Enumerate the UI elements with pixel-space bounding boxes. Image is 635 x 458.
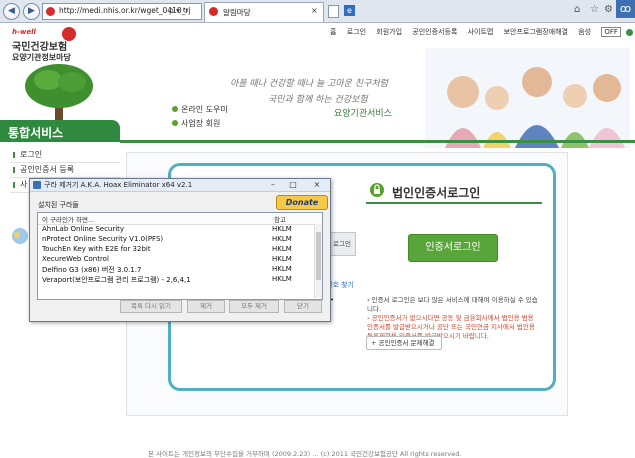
item-key: HKLM <box>272 235 292 243</box>
ie-icon[interactable]: e <box>344 5 355 16</box>
cert-login-notes: › 인증서 로그인은 보다 많은 서비스에 대해여 이용하실 수 있습니다. ›… <box>367 296 539 341</box>
zoom-in-icon[interactable] <box>626 28 634 36</box>
online-help-link[interactable]: 온라인 도우미 <box>181 104 228 115</box>
nav-security-help[interactable]: 보안프로그램장애해결 <box>504 28 568 36</box>
id-login-button[interactable]: 로그인 <box>328 232 356 256</box>
list-item[interactable]: TouchEn Key with E2E for 32bit HKLM <box>38 245 312 255</box>
note-line-1: › 인증서 로그인은 보다 많은 서비스에 대해여 이용하실 수 있습니다. <box>367 296 538 313</box>
list-scrollbar[interactable] <box>314 224 322 298</box>
nav-sitemap[interactable]: 사이트맵 <box>468 28 494 36</box>
slogan-line-3: 요양기관서비스 <box>334 109 392 119</box>
close-icon[interactable]: × <box>310 179 324 190</box>
remove-button[interactable]: 제거 <box>187 300 225 313</box>
sidebar-item-cert-register[interactable]: 공인인증서 등록 <box>10 163 120 178</box>
item-key: HKLM <box>272 225 292 233</box>
lock-icon <box>370 183 384 197</box>
nav-login[interactable]: 로그인 <box>347 28 366 36</box>
item-name: AhnLab Online Security <box>42 225 125 233</box>
list-item[interactable]: AhnLab Online Security HKLM <box>38 225 312 235</box>
footer-text: 본 사이트는 개인정보의 무단수집을 거부하며 (2009.2.23) … (c… <box>148 450 462 458</box>
window-title: 구라 제거기 A.K.A. Hoax Eliminator x64 v2.1 <box>44 181 193 189</box>
installed-label: 설치된 구라들 <box>38 201 79 209</box>
logo-tagline: h-well <box>12 28 36 36</box>
tab-favicon-icon <box>209 7 218 16</box>
help-bullet-icon <box>172 120 178 126</box>
business-member-link[interactable]: 사업장 회원 <box>181 118 220 129</box>
address-bar[interactable]: http://medi.nhis.or.kr/wget_0410_rj ρ ▾ … <box>42 3 202 20</box>
cert-troubleshoot-button[interactable]: + 공인인증서 문제해결 <box>366 336 442 350</box>
item-name: nProtect Online Security V1.0(PFS) <box>42 235 164 243</box>
remove-all-button[interactable]: 모두 제거 <box>229 300 279 313</box>
item-name: Delfino G3 (x86) 버전 3.0.1.7 <box>42 266 142 274</box>
reload-list-button[interactable]: 목록 다시 읽기 <box>120 300 182 313</box>
item-key: HKLM <box>272 275 292 283</box>
list-header: 이 구라인가 하면... 참고 <box>38 213 322 225</box>
browser-tab[interactable]: 알림마당 × <box>204 2 324 22</box>
new-tab-icon[interactable] <box>328 5 339 18</box>
minimize-icon[interactable]: – <box>266 179 280 190</box>
settings-gear-icon[interactable]: ⚙ <box>604 4 613 15</box>
nav-voice: 음성 <box>578 28 592 36</box>
installed-list[interactable]: 이 구라인가 하면... 참고 AhnLab Online Security H… <box>37 212 323 300</box>
logo-org-name: 국민건강보험 <box>12 42 68 53</box>
browser-toolbar: ◀ ▶ http://medi.nhis.or.kr/wget_0410_rj … <box>0 0 635 23</box>
tab-title: 알림마당 <box>223 8 251 17</box>
item-key: HKLM <box>272 265 292 273</box>
donate-button[interactable]: Donate <box>276 195 328 210</box>
top-nav: 홈 로그인 회원가입 공인인증서등록 사이트맵 보안프로그램장애해결 음성 OF… <box>330 27 635 37</box>
side-banner-icon[interactable] <box>10 226 30 246</box>
item-key: HKLM <box>272 245 292 253</box>
column-name-header[interactable]: 이 구라인가 하면... <box>42 214 94 224</box>
cert-login-button[interactable]: 인증서로그인 <box>408 234 498 262</box>
tree-illustration <box>25 64 93 120</box>
family-photo <box>425 48 630 148</box>
app-icon <box>33 181 41 189</box>
cert-login-title-rest: 로그인 <box>447 186 481 200</box>
site-favicon-icon <box>46 7 55 16</box>
help-bullet-icon <box>172 106 178 112</box>
forward-icon[interactable]: ▶ <box>23 3 40 20</box>
item-name: Veraport(보안프로그램 관리 프로그램) - 2,6,4,1 <box>42 276 191 284</box>
list-item[interactable]: Delfino G3 (x86) 버전 3.0.1.7 HKLM <box>38 265 312 275</box>
window-titlebar[interactable]: 구라 제거기 A.K.A. Hoax Eliminator x64 v2.1 –… <box>30 179 330 192</box>
cert-login-title: 법인인증서로그인 <box>392 184 480 201</box>
close-tab-icon[interactable]: × <box>311 6 318 15</box>
item-name: TouchEn Key with E2E for 32bit <box>42 245 151 253</box>
scrollbar-thumb[interactable] <box>316 232 321 280</box>
item-name: XecureWeb Control <box>42 255 109 263</box>
nav-home[interactable]: 홈 <box>330 28 336 36</box>
hoax-eliminator-window: 구라 제거기 A.K.A. Hoax Eliminator x64 v2.1 –… <box>29 178 331 322</box>
list-item[interactable]: XecureWeb Control HKLM <box>38 255 312 265</box>
sidebar-item-login[interactable]: 로그인 <box>10 148 120 163</box>
sidebar-header: 통합서비스 <box>0 120 120 142</box>
column-ref-header[interactable]: 참고 <box>274 214 286 224</box>
sidebar-title: 통합서비스 <box>8 126 64 140</box>
corner-app-icon[interactable]: ꝏ <box>616 0 635 18</box>
home-icon[interactable]: ⌂ <box>574 4 580 15</box>
header-divider <box>120 140 635 143</box>
nav-cert-register[interactable]: 공인인증서등록 <box>412 28 457 36</box>
cert-login-title-bold: 법인인증서 <box>392 186 448 200</box>
list-item[interactable]: Veraport(보안프로그램 관리 프로그램) - 2,6,4,1 HKLM <box>38 275 312 285</box>
close-button[interactable]: 닫기 <box>284 300 322 313</box>
item-key: HKLM <box>272 255 292 263</box>
list-item[interactable]: nProtect Online Security V1.0(PFS) HKLM <box>38 235 312 245</box>
cert-login-divider <box>366 202 542 204</box>
voice-off-toggle[interactable]: OFF <box>601 27 621 37</box>
favorites-star-icon[interactable]: ☆ <box>590 4 599 15</box>
nav-join[interactable]: 회원가입 <box>376 28 402 36</box>
search-refresh-icons[interactable]: ρ ▾ ↻ <box>169 6 189 15</box>
slogan-line-2: 국민과 함께 하는 건강보험 <box>268 95 368 105</box>
slogan-line-1: 아플 때나 건강할 때나 늘 고마운 친구처럼 <box>230 79 388 89</box>
maximize-icon[interactable]: □ <box>286 179 300 190</box>
back-icon[interactable]: ◀ <box>3 3 20 20</box>
